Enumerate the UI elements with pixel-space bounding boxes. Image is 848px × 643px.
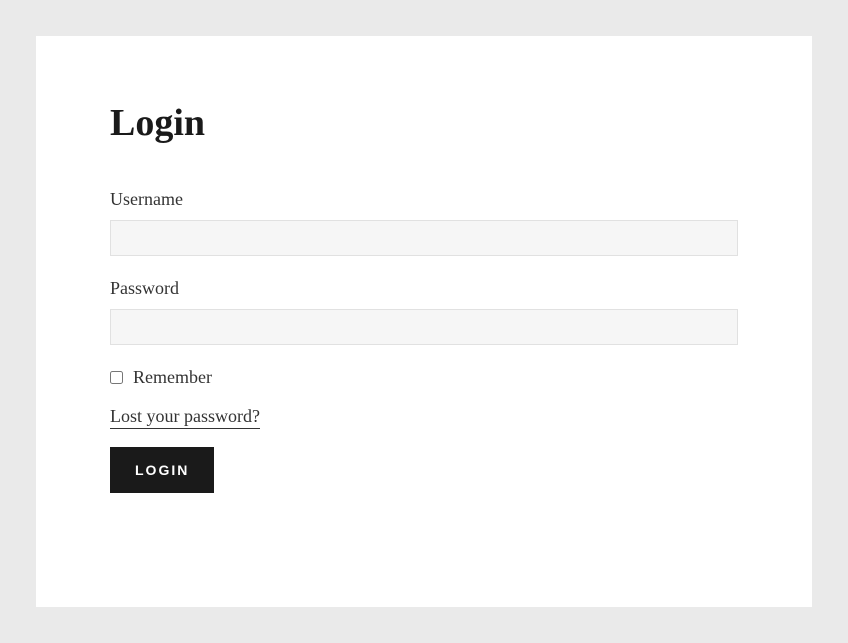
lost-password-link[interactable]: Lost your password? <box>110 406 260 429</box>
password-input[interactable] <box>110 309 738 345</box>
username-input[interactable] <box>110 220 738 256</box>
remember-row: Remember <box>110 367 738 388</box>
username-label: Username <box>110 189 738 210</box>
login-form: Username Password Remember Lost your pas… <box>110 189 738 493</box>
login-button[interactable]: LOGIN <box>110 447 214 493</box>
password-group: Password <box>110 278 738 345</box>
username-group: Username <box>110 189 738 256</box>
password-label: Password <box>110 278 738 299</box>
remember-label[interactable]: Remember <box>133 367 212 388</box>
remember-checkbox[interactable] <box>110 371 123 384</box>
login-card: Login Username Password Remember Lost yo… <box>36 36 812 607</box>
page-title: Login <box>110 101 738 145</box>
